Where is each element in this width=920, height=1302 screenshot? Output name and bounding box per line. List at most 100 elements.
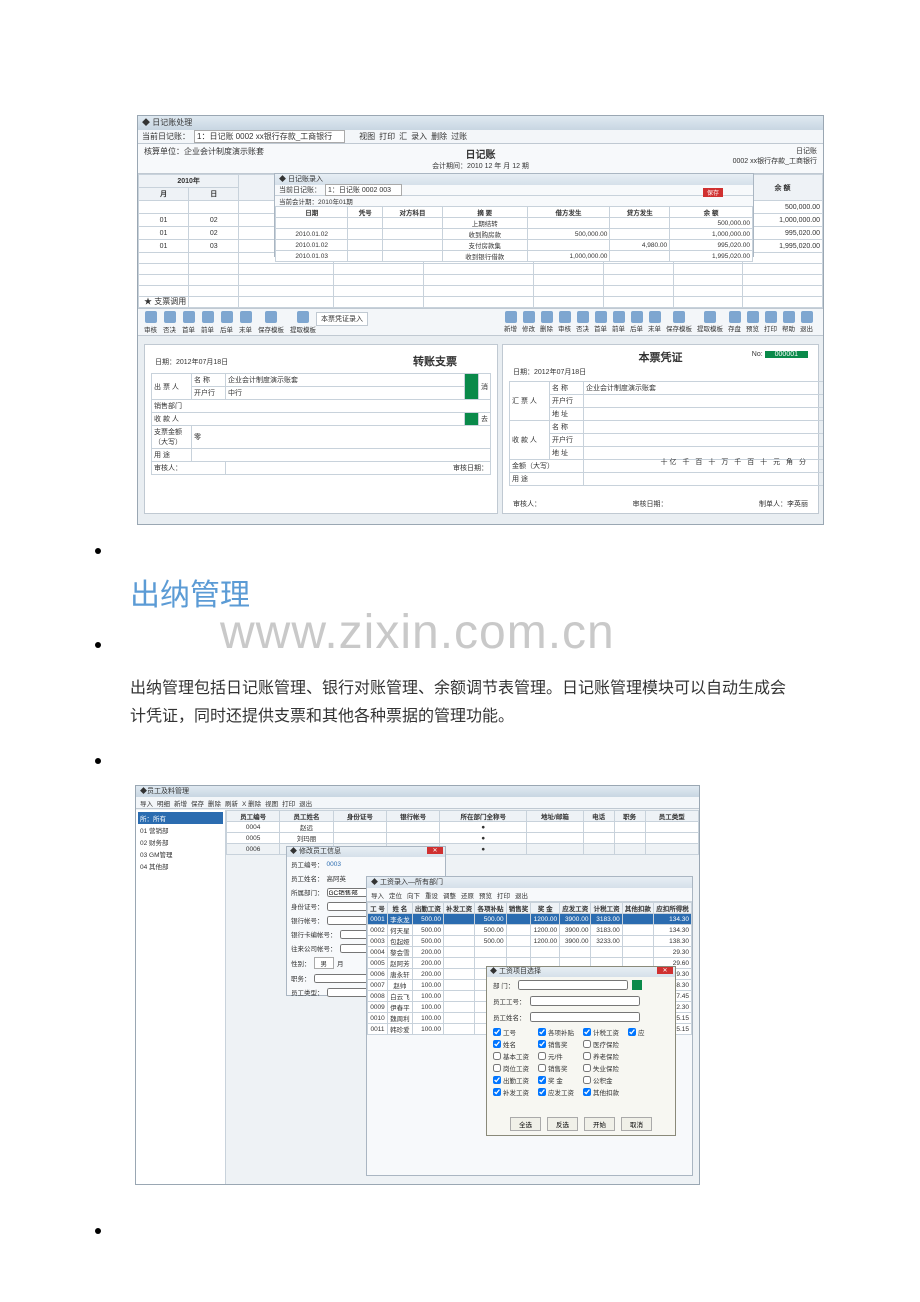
- close-icon[interactable]: ✕: [427, 847, 443, 854]
- emp-name-input[interactable]: [530, 1012, 640, 1022]
- emp-no-input[interactable]: [530, 996, 640, 1006]
- tb-x[interactable]: X 删除: [242, 798, 261, 808]
- btn-cancel[interactable]: 取消: [621, 1117, 652, 1131]
- btn-next2[interactable]: 后单: [630, 311, 643, 333]
- btn-new[interactable]: 新增: [504, 311, 517, 333]
- chk[interactable]: 其他扣款: [583, 1087, 624, 1097]
- btn-save-tpl[interactable]: 保存模板: [258, 311, 284, 334]
- btn-first[interactable]: 首单: [182, 311, 195, 334]
- chk[interactable]: 养老保险: [583, 1051, 624, 1061]
- btn-print[interactable]: 打印: [764, 311, 777, 333]
- chk[interactable]: 失业保险: [583, 1063, 624, 1073]
- tb-new[interactable]: 新增: [174, 798, 187, 808]
- toolbar-icon[interactable]: 视图: [359, 131, 375, 142]
- chk[interactable]: 奖 金: [538, 1075, 579, 1085]
- chk[interactable]: 各项补贴: [538, 1027, 579, 1037]
- tb-down[interactable]: 向下: [407, 890, 420, 900]
- tb-del[interactable]: 删除: [208, 798, 221, 808]
- tb-save[interactable]: 保存: [191, 798, 204, 808]
- digit-header: 十亿 千 百 十 万 千 百 十 元 角 分: [661, 457, 808, 467]
- toolbar-icon[interactable]: 录入: [411, 131, 427, 142]
- tb-preview[interactable]: 预览: [479, 890, 492, 900]
- table-row[interactable]: 0003包起娅500.00500.001200.003900.003233.00…: [368, 936, 692, 947]
- btn-audit[interactable]: 审核: [144, 311, 157, 334]
- toolbar-icon[interactable]: 汇: [399, 131, 407, 142]
- tb-exit[interactable]: 退出: [515, 890, 528, 900]
- toolbar-icon[interactable]: 删除: [431, 131, 447, 142]
- btn-reject[interactable]: 否决: [163, 311, 176, 334]
- tree-node[interactable]: 02 财务部: [138, 836, 223, 848]
- chk[interactable]: 岗位工资: [493, 1063, 534, 1073]
- chk[interactable]: 元/件: [538, 1051, 579, 1061]
- chk[interactable]: 医疗保险: [583, 1039, 624, 1049]
- table-row[interactable]: 0004黎会雪200.0029.30: [368, 947, 692, 958]
- voucher-no: No: 000001: [752, 351, 808, 358]
- close-icon[interactable]: ✕: [657, 967, 673, 974]
- dropdown[interactable]: 1：日记账 0002 003: [325, 184, 402, 196]
- bullet: [95, 548, 101, 554]
- tree-node[interactable]: 03 GM管理: [138, 848, 223, 860]
- dept-tree[interactable]: 所：所有 01 营销部 02 财务部 03 GM管理 04 其他部: [136, 810, 226, 1184]
- btn-first2[interactable]: 首单: [594, 311, 607, 333]
- chk[interactable]: 计税工资: [583, 1027, 624, 1037]
- btn-start[interactable]: 开始: [584, 1117, 615, 1131]
- btn-preview[interactable]: 预览: [746, 311, 759, 333]
- btn-load-tpl[interactable]: 提取模板: [290, 311, 316, 334]
- tb-view[interactable]: 视图: [265, 798, 278, 808]
- btn-exit[interactable]: 退出: [800, 311, 813, 333]
- dept-input[interactable]: [518, 980, 628, 990]
- btn-load-tpl2[interactable]: 提取模板: [697, 311, 723, 333]
- btn-save[interactable]: 存盘: [728, 311, 741, 333]
- tb-print[interactable]: 打印: [282, 798, 295, 808]
- tb-exit[interactable]: 退出: [299, 798, 312, 808]
- btn-del[interactable]: 删除: [540, 311, 553, 333]
- toolbar: 导入 明细 新增 保存 删除 刷新 X 删除 视图 打印 退出: [136, 797, 699, 809]
- chk[interactable]: 姓名: [493, 1039, 534, 1049]
- table-row[interactable]: 0002何天星500.00500.001200.003900.003183.00…: [368, 925, 692, 936]
- table-row: [139, 275, 823, 286]
- chk[interactable]: 销售奖: [538, 1063, 579, 1073]
- chk[interactable]: 出勤工资: [493, 1075, 534, 1085]
- tb-locate[interactable]: 定位: [389, 890, 402, 900]
- tb-import[interactable]: 导入: [371, 890, 384, 900]
- chk[interactable]: 应: [628, 1027, 669, 1037]
- tb-print[interactable]: 打印: [497, 890, 510, 900]
- btn-audit2[interactable]: 审核: [558, 311, 571, 333]
- btn-prev2[interactable]: 前单: [612, 311, 625, 333]
- tb-adjust[interactable]: 调整: [443, 890, 456, 900]
- chk[interactable]: 基本工资: [493, 1051, 534, 1061]
- tb-reset[interactable]: 重设: [425, 890, 438, 900]
- btn-prev[interactable]: 前单: [201, 311, 214, 334]
- dialog-title: ◆ 工资项目选择: [487, 967, 675, 977]
- chk[interactable]: 销售奖: [538, 1039, 579, 1049]
- right-toolbar: 新增 修改 删除 审核 否决 首单 前单 后单 末单 保存模板 提取模板 存盘 …: [498, 308, 823, 336]
- tree-root[interactable]: 所：所有: [138, 812, 223, 824]
- btn-reject2[interactable]: 否决: [576, 311, 589, 333]
- screenshot-salary: ◆员工及料管理 导入 明细 新增 保存 删除 刷新 X 删除 视图 打印 退出 …: [135, 785, 700, 1185]
- chk[interactable]: 应发工资: [538, 1087, 579, 1097]
- btn-last2[interactable]: 末单: [648, 311, 661, 333]
- tab-title[interactable]: 本票凭证录入: [316, 312, 368, 326]
- chk[interactable]: 工号: [493, 1027, 534, 1037]
- tb-restore[interactable]: 还原: [461, 890, 474, 900]
- btn-edit[interactable]: 修改: [522, 311, 535, 333]
- btn-help[interactable]: 帮助: [782, 311, 795, 333]
- table-row: [139, 286, 823, 297]
- tree-node[interactable]: 01 营销部: [138, 824, 223, 836]
- toolbar-dropdown[interactable]: 1：日记账 0002 xx银行存款_工商银行: [194, 130, 345, 143]
- btn-next[interactable]: 后单: [220, 311, 233, 334]
- chk[interactable]: 补发工资: [493, 1087, 534, 1097]
- btn-select-all[interactable]: 全选: [510, 1117, 541, 1131]
- btn-invert[interactable]: 反选: [547, 1117, 578, 1131]
- tb-refresh[interactable]: 刷新: [225, 798, 238, 808]
- save-button[interactable]: 保存: [703, 188, 723, 197]
- btn-save-tpl2[interactable]: 保存模板: [666, 311, 692, 333]
- toolbar-icon[interactable]: 打印: [379, 131, 395, 142]
- tb-detail[interactable]: 明细: [157, 798, 170, 808]
- btn-last[interactable]: 末单: [239, 311, 252, 334]
- toolbar-icon[interactable]: 过账: [451, 131, 467, 142]
- table-row[interactable]: 0001李永龙500.00500.001200.003900.003183.00…: [368, 914, 692, 925]
- tb-import[interactable]: 导入: [140, 798, 153, 808]
- tree-node[interactable]: 04 其他部: [138, 860, 223, 872]
- chk[interactable]: 公积金: [583, 1075, 624, 1085]
